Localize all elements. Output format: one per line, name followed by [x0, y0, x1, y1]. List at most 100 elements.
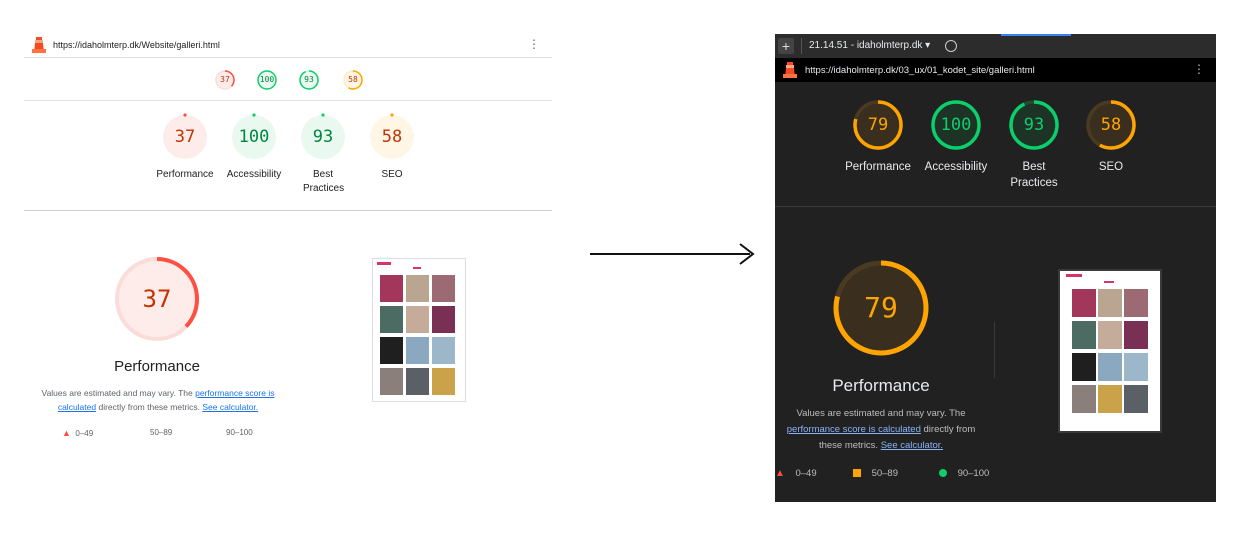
gauge-score: 37 — [174, 127, 196, 147]
gallery-image — [380, 306, 403, 333]
thumbnail-heading — [1104, 281, 1114, 283]
right-url[interactable]: https://idaholmterp.dk/03_ux/01_kodet_si… — [805, 65, 1035, 76]
gauge-best-practices[interactable]: 93 — [1008, 99, 1060, 151]
gallery-image — [1124, 321, 1148, 349]
gauge-seo[interactable]: 58 — [368, 113, 416, 161]
divider — [24, 100, 552, 101]
gauge-accessibility[interactable]: 100 — [930, 99, 982, 151]
performance-title: Performance — [114, 358, 200, 375]
gallery-image — [406, 306, 429, 333]
gallery-image — [432, 306, 455, 333]
gallery-image — [1072, 321, 1096, 349]
page-screenshot-thumbnail[interactable] — [1058, 269, 1162, 433]
arrow-head-icon — [739, 243, 755, 265]
divider — [24, 210, 552, 211]
legend-average: 50–89 — [853, 468, 898, 479]
performance-title: Performance — [832, 376, 930, 395]
right-lighthouse-report: + 21.14.51 - idaholmterp.dk ▾ https://id… — [775, 34, 1216, 502]
divider — [775, 206, 1216, 207]
mini-score: 93 — [304, 75, 314, 84]
mini-gauge-best-practices[interactable]: 93 — [298, 69, 320, 91]
desc-text: directly from these metrics. — [96, 402, 203, 412]
divider — [994, 322, 995, 378]
gauge-label-performance: Performance — [156, 169, 214, 180]
left-url-bar: https://idaholmterp.dk/Website/galleri.h… — [24, 30, 552, 58]
desc-text: Values are estimated and may vary. The — [796, 408, 966, 419]
kebab-icon[interactable]: ⋮ — [528, 38, 540, 50]
gauge-performance[interactable]: 37 — [161, 113, 209, 161]
gauge-best-practices[interactable]: 93 — [299, 113, 347, 161]
gauge-score: 100 — [940, 115, 972, 135]
gauge-label-best-practices-text: Best Practices — [1010, 161, 1058, 189]
legend-fail: ▲ 0–49 — [775, 468, 817, 479]
mini-score: 37 — [220, 75, 230, 84]
big-score: 79 — [864, 291, 898, 324]
gauge-label-best-practices: Best Practices — [994, 159, 1074, 191]
kebab-icon[interactable]: ⋮ — [1193, 63, 1205, 75]
gallery-image — [432, 337, 455, 364]
plus-icon[interactable]: + — [778, 38, 794, 54]
mini-score: 58 — [348, 75, 358, 84]
mini-gauge-performance[interactable]: 37 — [214, 69, 236, 91]
gallery-image — [1124, 289, 1148, 317]
legend-average: 50–89 — [150, 428, 172, 437]
fail-triangle-icon: ▲ — [775, 468, 785, 479]
gallery-image — [1098, 289, 1122, 317]
see-calculator-link[interactable]: See calculator. — [202, 402, 258, 412]
desc-text: Values are estimated and may vary. The — [41, 388, 196, 398]
legend-label: 90–100 — [226, 428, 253, 437]
performance-description: Values are estimated and may vary. The p… — [779, 406, 983, 454]
gallery-image — [380, 337, 403, 364]
mini-gauge-seo[interactable]: 58 — [342, 69, 364, 91]
big-performance-gauge: 79 — [831, 258, 931, 358]
gauge-label-seo: SEO — [1098, 161, 1124, 173]
lighthouse-logo-icon — [32, 37, 46, 53]
mini-gauge-accessibility[interactable]: 100 — [256, 69, 278, 91]
gauge-label-performance: Performance — [845, 161, 911, 173]
gauge-score: 79 — [867, 115, 889, 135]
gauge-score: 100 — [238, 127, 270, 147]
gauge-score: 58 — [381, 127, 403, 147]
gauge-score: 93 — [312, 127, 334, 147]
performance-description: Values are estimated and may vary. The p… — [38, 386, 278, 414]
legend-pass: 90–100 — [939, 468, 989, 479]
see-calculator-link[interactable]: See calculator. — [881, 440, 943, 451]
report-tab-bar: + 21.14.51 - idaholmterp.dk ▾ — [775, 34, 1216, 58]
left-lighthouse-report: https://idaholmterp.dk/Website/galleri.h… — [24, 30, 552, 470]
gallery-image — [380, 275, 403, 302]
performance-score-link[interactable]: performance score is calculated — [787, 424, 921, 435]
clear-block-icon[interactable] — [945, 40, 957, 52]
divider — [24, 57, 552, 58]
average-square-icon — [853, 469, 861, 477]
gallery-image — [1098, 385, 1122, 413]
right-url-bar: https://idaholmterp.dk/03_ux/01_kodet_si… — [775, 58, 1216, 82]
gallery-image — [1124, 385, 1148, 413]
gallery-image — [1124, 353, 1148, 381]
lighthouse-logo-icon — [783, 62, 797, 78]
legend-fail: ▲ 0–49 — [62, 428, 93, 438]
gallery-image — [380, 368, 403, 395]
gauge-label-best-practices: Best Practices — [283, 168, 363, 196]
gallery-image — [1072, 385, 1096, 413]
gauge-label-accessibility: Accessibility — [924, 161, 988, 173]
gauge-label-accessibility: Accessibility — [226, 169, 282, 180]
left-url[interactable]: https://idaholmterp.dk/Website/galleri.h… — [53, 40, 220, 50]
gallery-image — [406, 275, 429, 302]
gauge-score: 58 — [1100, 115, 1122, 135]
gallery-image — [1098, 321, 1122, 349]
comparison-arrow — [590, 253, 750, 255]
divider — [801, 38, 802, 54]
legend-label: 0–49 — [75, 429, 94, 438]
gauge-label-best-practices-text: Best Practices — [303, 169, 345, 194]
gallery-image — [1098, 353, 1122, 381]
gauge-seo[interactable]: 58 — [1085, 99, 1137, 151]
gauge-label-seo: SEO — [381, 169, 403, 180]
gauge-accessibility[interactable]: 100 — [230, 113, 278, 161]
legend-label: 0–49 — [795, 468, 817, 479]
thumbnail-logo — [377, 262, 391, 265]
report-selector[interactable]: 21.14.51 - idaholmterp.dk ▾ — [809, 40, 930, 51]
gallery-image — [1072, 353, 1096, 381]
gauge-performance[interactable]: 79 — [852, 99, 904, 151]
gallery-image — [432, 275, 455, 302]
page-screenshot-thumbnail[interactable] — [372, 258, 466, 402]
